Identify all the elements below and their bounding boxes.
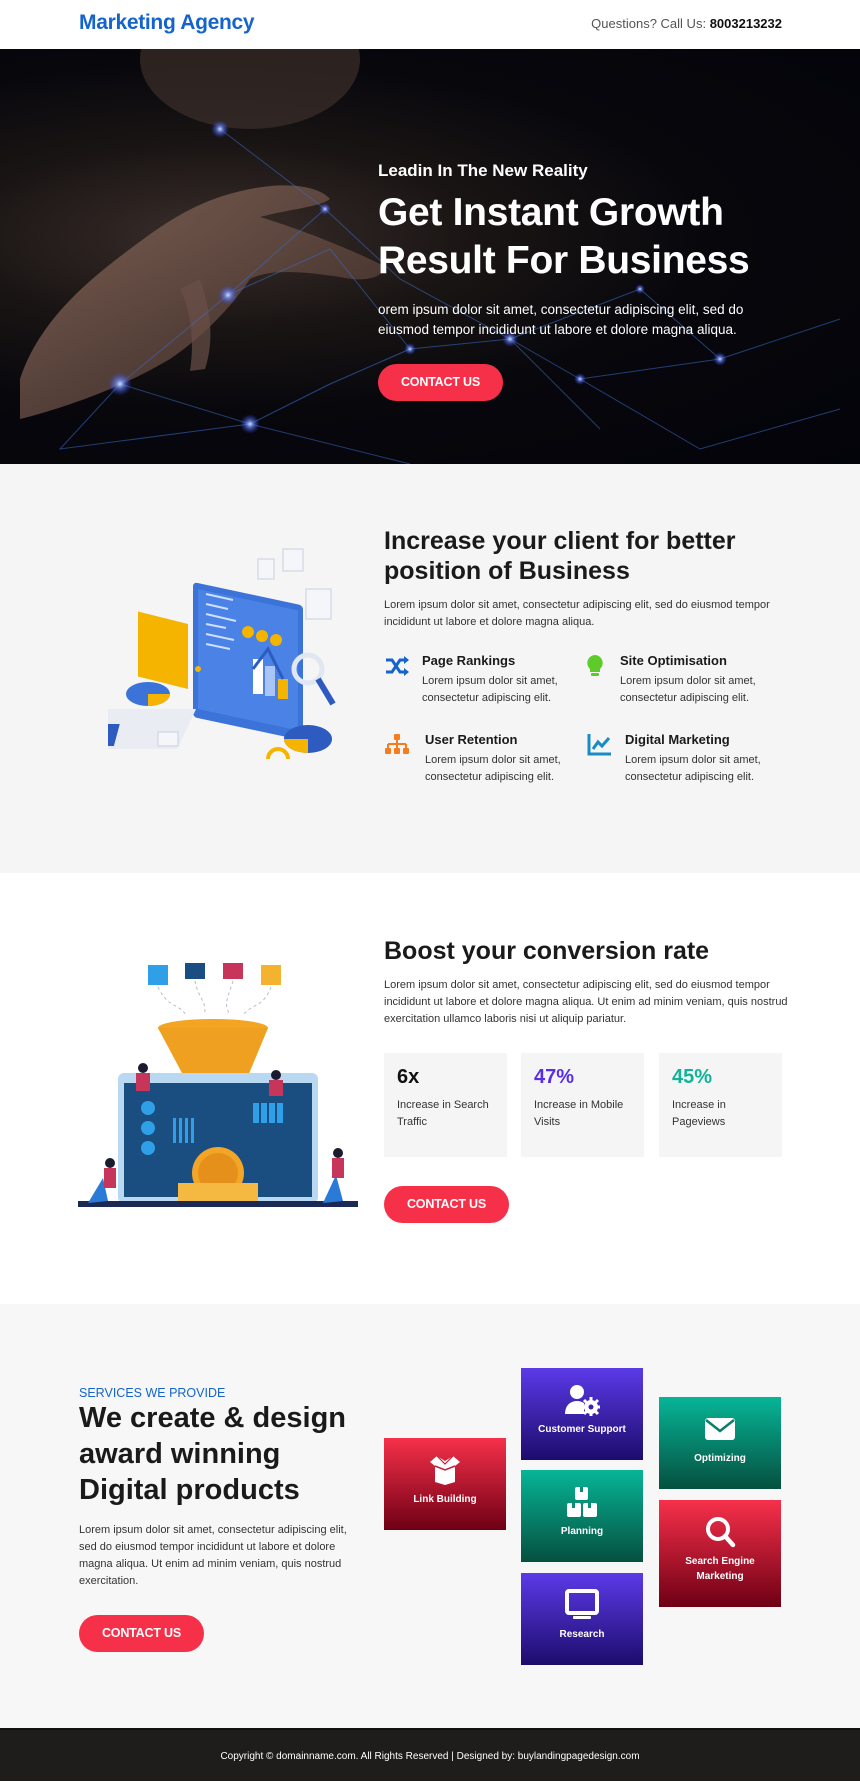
call-label: Questions? Call Us: [591, 16, 707, 31]
phone-number[interactable]: 8003213232 [710, 16, 782, 31]
search-icon [706, 1517, 736, 1548]
feature-title: Page Rankings [422, 653, 516, 668]
service-tile-search-engine-marketing[interactable]: Search Engine Marketing [659, 1500, 781, 1607]
tile-label: Planning [560, 1526, 604, 1537]
stat-label: Increase in Mobile Visits [534, 1099, 624, 1128]
conversion-lead: Lorem ipsum dolor sit amet, consectetur … [384, 979, 788, 1025]
user-gear-icon [565, 1385, 600, 1416]
service-tile-optimizing[interactable]: Optimizing [659, 1397, 781, 1489]
tile-label: Customer Support [538, 1424, 626, 1435]
features-title: Increase your client for better position… [384, 527, 736, 585]
feature-text: Lorem ipsum dolor sit amet, consectetur … [422, 675, 558, 704]
hero-section: Leadin In The New Reality Get Instant Gr… [0, 49, 860, 464]
feature-text: Lorem ipsum dolor sit amet, consectetur … [425, 754, 561, 783]
service-tile-customer-support[interactable]: Customer Support [521, 1368, 643, 1460]
monitor-icon [565, 1589, 599, 1619]
sitemap-icon [385, 734, 409, 754]
shuffle-icon [386, 656, 409, 676]
tile-label: Optimizing [694, 1453, 746, 1464]
hero-title: Get Instant Growth Result For Business [378, 191, 750, 282]
features-section: Increase your client for better position… [0, 464, 860, 873]
service-tile-planning[interactable]: Planning [521, 1470, 643, 1562]
stat-card-mobile-visits: 47% Increase in Mobile Visits [521, 1053, 644, 1157]
conversion-contact-button[interactable]: CONTACT US [384, 1186, 509, 1223]
hero-subtitle: Leadin In The New Reality [378, 161, 588, 180]
stat-card-pageviews: 45% Increase in Pageviews [659, 1053, 782, 1157]
stat-value: 45% [672, 1066, 713, 1088]
envelope-icon [705, 1418, 735, 1440]
line-chart-icon [587, 734, 611, 756]
services-eyebrow: SERVICES WE PROVIDE [79, 1386, 226, 1400]
funnel-illustration [78, 963, 358, 1207]
feature-text: Lorem ipsum dolor sit amet, consectetur … [620, 675, 756, 704]
hero-contact-button[interactable]: CONTACT US [378, 364, 503, 401]
tile-label: Search Engine Marketing [685, 1556, 755, 1582]
feature-title: Digital Marketing [625, 732, 730, 747]
feature-title: User Retention [425, 732, 518, 747]
hero-text: orem ipsum dolor sit amet, consectetur a… [378, 302, 744, 337]
site-footer: Copyright © domainname.com. All Rights R… [0, 1728, 860, 1781]
site-header: Marketing Agency Questions? Call Us: 800… [0, 0, 860, 49]
services-section: SERVICES WE PROVIDE We create & design a… [0, 1304, 860, 1728]
stat-value: 6x [397, 1066, 420, 1088]
service-tile-research[interactable]: Research [521, 1573, 643, 1665]
logo[interactable]: Marketing Agency [79, 11, 255, 35]
services-title: We create & design award winning Digital… [79, 1402, 347, 1506]
conversion-title: Boost your conversion rate [384, 937, 710, 965]
stat-label: Increase in Search Traffic [397, 1099, 489, 1128]
stat-card-search-traffic: 6x Increase in Search Traffic [384, 1053, 507, 1157]
feature-text: Lorem ipsum dolor sit amet, consectetur … [625, 754, 761, 783]
open-box-icon [430, 1455, 460, 1485]
tile-label: Link Building [413, 1494, 477, 1505]
services-lead: Lorem ipsum dolor sit amet, consectetur … [79, 1524, 347, 1587]
feature-title: Site Optimisation [620, 653, 727, 668]
lightbulb-icon [587, 655, 603, 676]
conversion-section: Boost your conversion rate Lorem ipsum d… [0, 873, 860, 1304]
features-lead: Lorem ipsum dolor sit amet, consectetur … [384, 599, 770, 628]
footer-copyright: Copyright © domainname.com. All Rights R… [220, 1751, 640, 1762]
boxes-icon [567, 1487, 597, 1517]
services-contact-button[interactable]: CONTACT US [79, 1615, 204, 1652]
call-info: Questions? Call Us: 8003213232 [591, 16, 782, 31]
service-tile-link-building[interactable]: Link Building [384, 1438, 506, 1530]
tile-label: Research [559, 1629, 605, 1640]
analytics-illustration [108, 548, 336, 760]
stat-label: Increase in Pageviews [672, 1099, 726, 1128]
stat-value: 47% [534, 1066, 575, 1088]
